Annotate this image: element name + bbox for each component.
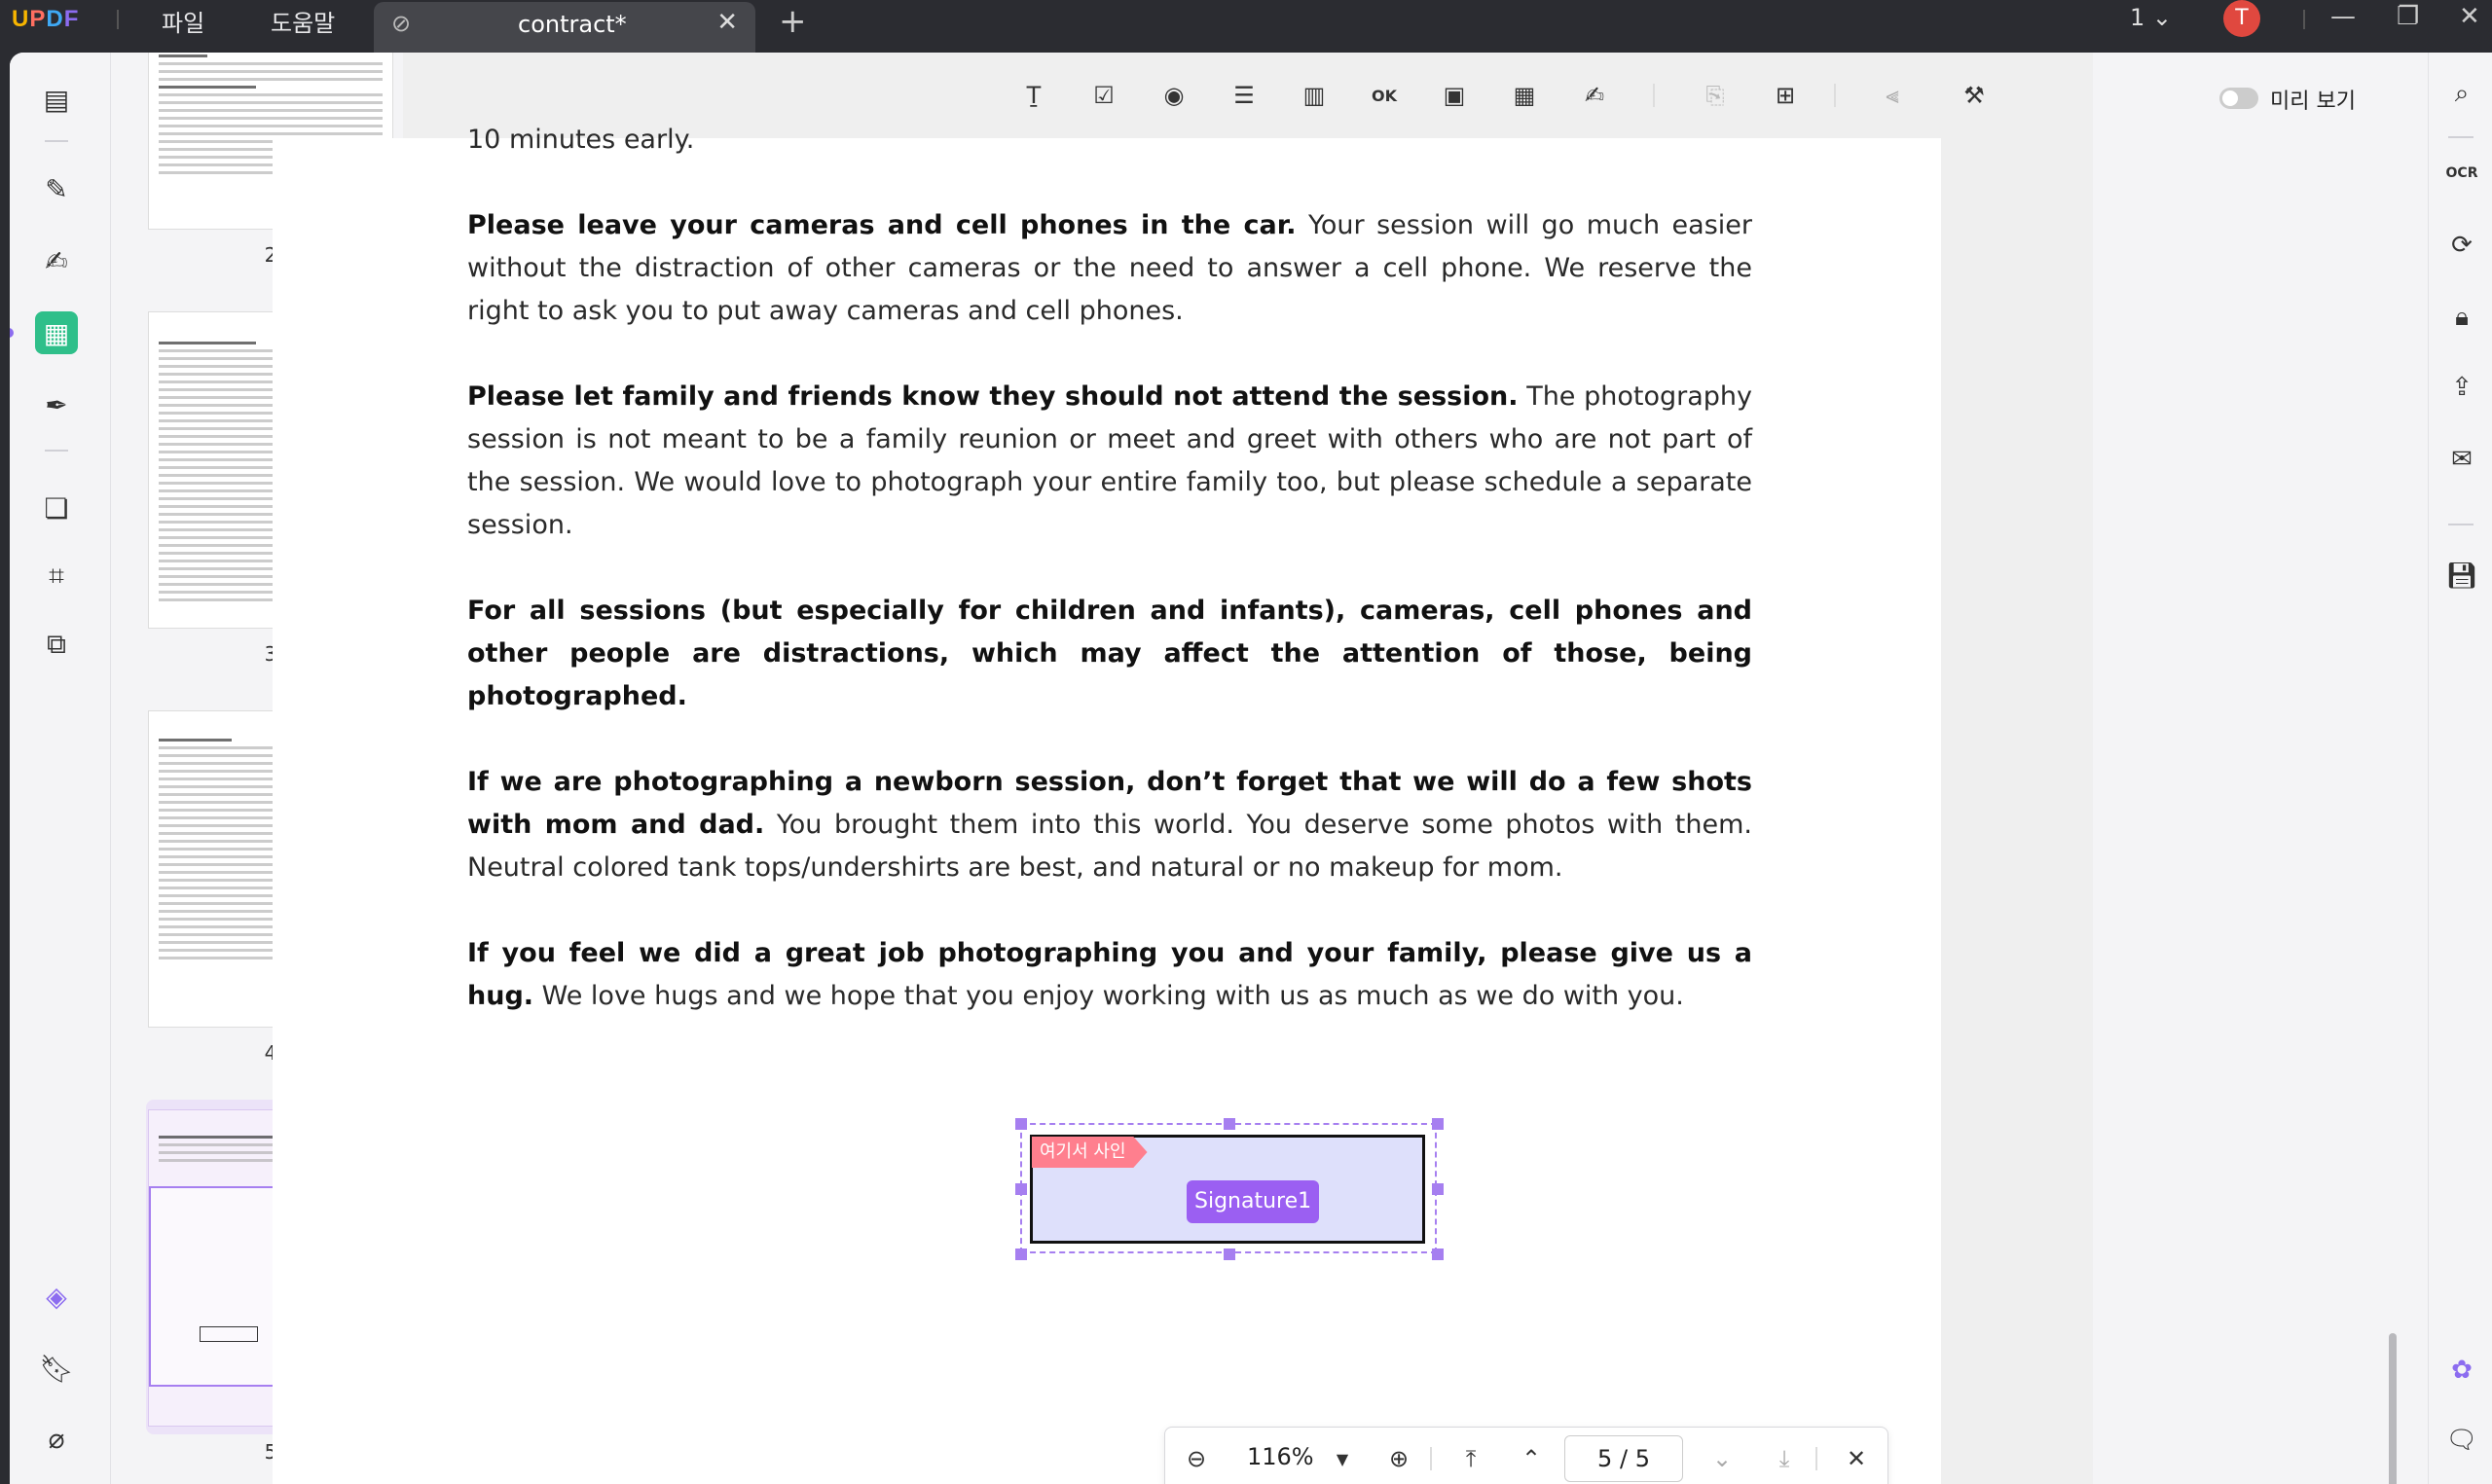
email-icon[interactable]: ✉ — [2444, 442, 2479, 477]
divider — [45, 450, 68, 452]
attachment-icon[interactable]: ⌀ — [35, 1417, 78, 1460]
menu-help[interactable]: 도움말 — [271, 4, 335, 38]
list-box-icon[interactable]: ▥ — [1293, 74, 1336, 117]
text-field-icon[interactable]: Ṯ — [1012, 74, 1055, 117]
crop-icon[interactable]: ⌗ — [35, 555, 78, 597]
sign-here-tag: 여기서 사인 — [1032, 1137, 1148, 1168]
divider — [2448, 524, 2474, 525]
divider — [1653, 84, 1655, 107]
left-toolbar: ▤ ✎ ✍ ▦ ✒ ❏ ⌗ ⧉ ◈ 🔖︎ ⌀ — [10, 53, 111, 1484]
radio-button-icon[interactable]: ◉ — [1153, 74, 1195, 117]
page-number-input[interactable]: 5 / 5 — [1564, 1435, 1683, 1482]
save-icon[interactable]: 💾︎ — [2444, 559, 2479, 594]
tools-icon[interactable]: ⚒ — [1953, 74, 1996, 117]
divider — [1815, 1447, 1817, 1470]
form-icon[interactable]: ▦ — [35, 311, 78, 354]
zoom-in-icon[interactable]: ⊕ — [1379, 1439, 1418, 1478]
resize-handle[interactable] — [1224, 1118, 1235, 1130]
menu-file[interactable]: 파일 — [162, 4, 204, 38]
divider — [2448, 136, 2474, 138]
workspace: ▤ ✎ ✍ ▦ ✒ ❏ ⌗ ⧉ ◈ 🔖︎ ⌀ 2 3 4 5 10 minute… — [10, 53, 2492, 1484]
resize-handle[interactable] — [1015, 1249, 1027, 1260]
edit-pdf-icon[interactable]: ✍ — [35, 239, 78, 282]
close-tab-icon[interactable]: ✕ — [716, 8, 738, 37]
convert-pdf-icon[interactable]: ⟳ — [2444, 228, 2479, 263]
preview-label: 미리 보기 — [2270, 90, 2356, 114]
divider — [45, 140, 68, 142]
fill-sign-icon[interactable]: ✒ — [35, 383, 78, 426]
next-page-icon[interactable]: ⌄ — [1703, 1439, 1741, 1478]
paragraph: 10 minutes early. — [467, 125, 695, 155]
vertical-scrollbar[interactable] — [2389, 1333, 2397, 1484]
signature-preview — [200, 1326, 258, 1342]
convert-icon[interactable]: ⧉ — [35, 623, 78, 666]
combo-box-icon[interactable]: ☰ — [1223, 74, 1265, 117]
chevron-down-icon: ⌄ — [2151, 4, 2173, 31]
resize-handle[interactable] — [1224, 1249, 1235, 1260]
paragraph: For all sessions (but especially for chi… — [467, 596, 1752, 711]
divider — [117, 10, 119, 29]
close-window-icon[interactable]: ✕ — [2459, 2, 2480, 31]
signature-field-icon[interactable]: ✍ — [1573, 74, 1616, 117]
signature-field[interactable]: Signature1 여기서 사인 — [1015, 1118, 1444, 1260]
active-indicator — [10, 328, 14, 338]
comment-icon[interactable]: ✎ — [35, 167, 78, 210]
zoom-out-icon[interactable]: ⊖ — [1177, 1439, 1216, 1478]
layers-icon[interactable]: ◈ — [35, 1275, 78, 1318]
grid-icon[interactable]: ⊞ — [1764, 74, 1807, 117]
document-tab[interactable]: ⊘ contract* ✕ — [374, 2, 755, 53]
resize-handle[interactable] — [1432, 1249, 1444, 1260]
resize-handle[interactable] — [1015, 1118, 1027, 1130]
date-field-icon[interactable]: ▦ — [1503, 74, 1546, 117]
zoom-level[interactable]: 116% — [1247, 1443, 1314, 1470]
new-tab-icon[interactable]: + — [779, 2, 807, 41]
paragraph: Please let family and friends know they … — [467, 381, 1752, 540]
page-navigation-bar: ⊖ 116% ▼ ⊕ ⤒ ⌃ 5 / 5 ⌄ ⤓ ✕ — [1164, 1427, 1888, 1484]
title-bar: UPDF 파일 도움말 ⊘ contract* ✕ + 1 ⌄ T — ❐ ✕ — [0, 0, 2492, 53]
search-icon[interactable]: ⌕ — [2444, 76, 2479, 111]
minimize-icon[interactable]: — — [2330, 2, 2356, 31]
paragraph: If you feel we did a great job photograp… — [467, 938, 1752, 1011]
paragraph: Please leave your cameras and cell phone… — [467, 210, 1752, 326]
close-navigation-icon[interactable]: ✕ — [1837, 1439, 1876, 1478]
window-count[interactable]: 1 ⌄ — [2130, 4, 2172, 31]
tab-title: contract* — [518, 11, 627, 38]
zoom-dropdown-icon[interactable]: ▼ — [1323, 1439, 1362, 1478]
ocr-icon[interactable]: OCR — [2444, 156, 2479, 191]
reader-icon[interactable]: ▤ — [35, 78, 78, 121]
align-icon[interactable]: ⫷ — [1871, 74, 1914, 117]
duplicate-icon[interactable]: ⎘ — [1694, 74, 1737, 117]
page-content: 10 minutes early. Please leave your came… — [467, 119, 1752, 1061]
previous-page-icon[interactable]: ⌃ — [1512, 1439, 1551, 1478]
preview-toggle[interactable] — [2219, 88, 2258, 109]
last-page-icon[interactable]: ⤓ — [1765, 1439, 1804, 1478]
edit-off-icon: ⊘ — [391, 10, 412, 37]
resize-handle[interactable] — [1015, 1183, 1027, 1195]
pdf-page: 10 minutes early. Please leave your came… — [273, 125, 1941, 1484]
restore-icon[interactable]: ❐ — [2397, 2, 2419, 31]
first-page-icon[interactable]: ⤒ — [1451, 1439, 1490, 1478]
avatar[interactable]: T — [2223, 0, 2260, 37]
share-icon[interactable]: ⇪ — [2444, 370, 2479, 405]
resize-handle[interactable] — [1432, 1183, 1444, 1195]
updf-logo: UPDF — [12, 6, 80, 32]
signature-field-name: Signature1 — [1187, 1180, 1320, 1223]
button-field-icon[interactable]: OK — [1363, 74, 1406, 117]
right-toolbar: ⌕ OCR ⟳ 🔒︎ ⇪ ✉ 💾︎ ✿ 🗨︎ — [2428, 53, 2492, 1484]
comment-list-icon[interactable]: 🗨︎ — [2444, 1423, 2479, 1458]
resize-handle[interactable] — [1432, 1118, 1444, 1130]
divider — [2303, 10, 2305, 29]
image-field-icon[interactable]: ▣ — [1433, 74, 1476, 117]
ai-assistant-icon[interactable]: ✿ — [2444, 1353, 2479, 1388]
paragraph: If we are photographing a newborn sessio… — [467, 767, 1752, 883]
protect-icon[interactable]: 🔒︎ — [2444, 300, 2479, 335]
checkbox-icon[interactable]: ☑ — [1082, 74, 1125, 117]
divider — [1430, 1447, 1432, 1470]
divider — [1834, 84, 1836, 107]
bookmark-icon[interactable]: 🔖︎ — [35, 1347, 78, 1390]
organize-pages-icon[interactable]: ❏ — [35, 487, 78, 529]
